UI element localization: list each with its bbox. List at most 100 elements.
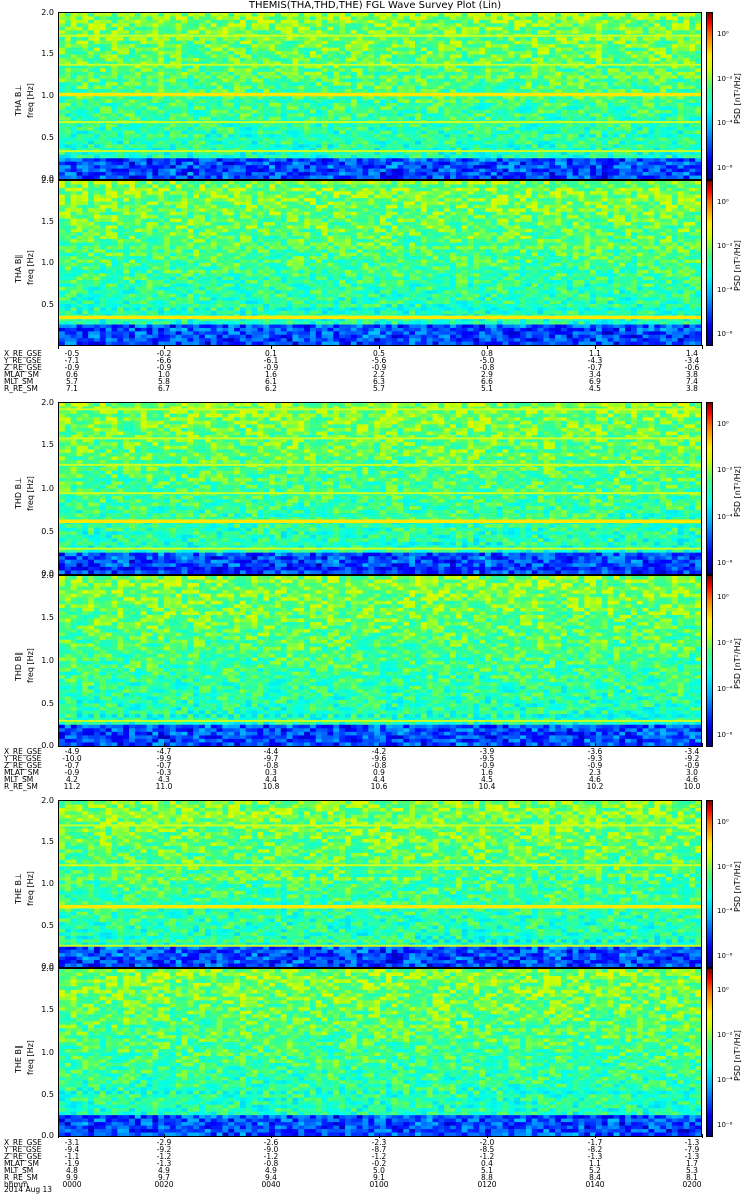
y-tick-label: 2.0 [28, 177, 54, 185]
x-tick [595, 743, 596, 747]
ephemeris-name: R_RE_SM [4, 783, 38, 791]
y-axis-label: THE B⊥ [14, 873, 23, 904]
y-tick-label: 1.5 [28, 838, 54, 846]
colorbar-tick-label: 10⁻⁶ [717, 1121, 732, 1129]
tone-line [59, 824, 701, 827]
colorbar-tick-label: 10⁻⁶ [717, 164, 732, 172]
colorbar-tick-label: 10⁻⁶ [717, 952, 732, 960]
spectrogram-svg [59, 576, 701, 746]
x-tick [164, 1134, 165, 1138]
x-tick [702, 345, 703, 349]
ephemeris-value: 10.8 [251, 783, 291, 791]
colorbar-tick-label: 10⁻⁴ [717, 1076, 732, 1084]
colorbar-tick-label: 10⁻⁴ [717, 119, 732, 127]
y-axis-label: freq [Hz] [26, 83, 35, 118]
colorbar-tick-label: 10⁻⁴ [717, 907, 732, 915]
y-tick-label: 1.5 [28, 441, 54, 449]
spectrogram-svg [59, 801, 701, 967]
ephemeris-value: 0140 [575, 1181, 615, 1189]
y-tick-label: 1.5 [28, 614, 54, 622]
ephemeris-value: 11.2 [52, 783, 92, 791]
y-tick-label: 2.0 [28, 965, 54, 973]
colorbar-tick-label: 10⁰ [717, 593, 729, 601]
tone-line [59, 492, 701, 495]
x-tick [58, 345, 59, 349]
y-tick-label: 0.5 [28, 700, 54, 708]
colorbar-tick-label: 10⁰ [717, 986, 729, 994]
tone-line [59, 92, 701, 97]
ephemeris-value: 6.2 [251, 385, 291, 393]
tone-line [59, 315, 701, 320]
colorbar-tick-label: 10⁻² [717, 242, 732, 250]
colorbar-tick-label: 10⁰ [717, 198, 729, 206]
tone-line [59, 719, 701, 722]
colorbar-tick-label: 10⁻² [717, 75, 732, 83]
colorbar [706, 180, 713, 346]
colorbar-label: PSD [nT²/Hz] [733, 466, 742, 517]
colorbar-tick-label: 10⁻⁴ [717, 513, 732, 521]
ephemeris-value: 10.6 [359, 783, 399, 791]
colorbar [706, 800, 713, 968]
y-axis-label: freq [Hz] [26, 1040, 35, 1075]
x-tick [271, 1134, 272, 1138]
x-tick [487, 743, 488, 747]
y-tick-label: 2.0 [28, 797, 54, 805]
x-tick [379, 743, 380, 747]
tone-line [59, 121, 701, 124]
colorbar [706, 968, 713, 1137]
tone-line [59, 437, 701, 440]
y-axis-label: THD B∥ [14, 652, 23, 681]
x-tick [595, 1134, 596, 1138]
colorbar-tick-label: 10⁻⁴ [717, 685, 732, 693]
x-tick [164, 743, 165, 747]
ephemeris-value: 10.4 [467, 783, 507, 791]
colorbar-label: PSD [nT²/Hz] [733, 73, 742, 124]
y-axis-label: THA B∥ [14, 255, 23, 283]
y-axis-label: freq [Hz] [26, 250, 35, 285]
tone-line [59, 864, 701, 867]
spectrogram-svg [59, 181, 701, 345]
y-axis-label: freq [Hz] [26, 648, 35, 683]
x-tick [595, 345, 596, 349]
spectrogram-svg [59, 969, 701, 1136]
y-axis-label: freq [Hz] [26, 871, 35, 906]
ephemeris-value: 0020 [144, 1181, 184, 1189]
colorbar-label: PSD [nT²/Hz] [733, 240, 742, 291]
tone-line [59, 904, 701, 909]
colorbar-tick-label: 10⁻² [717, 863, 732, 871]
colorbar [706, 402, 713, 575]
y-tick-label: 0.5 [28, 134, 54, 142]
x-tick [487, 345, 488, 349]
y-axis-label: THD B⊥ [14, 476, 23, 508]
ephemeris-row: R_RE_SM 11.2 11.0 10.8 10.6 10.4 10.2 10.0 [0, 783, 750, 791]
ephemeris-value: 7.1 [52, 385, 92, 393]
tone-line [59, 463, 701, 466]
colorbar-label: PSD [nT²/Hz] [733, 638, 742, 689]
spectrogram-svg [59, 13, 701, 179]
plot-title: THEMIS(THA,THD,THE) FGL Wave Survey Plot… [0, 0, 750, 12]
colorbar-tick-label: 10⁻⁶ [717, 559, 732, 567]
ephemeris-value: 0120 [467, 1181, 507, 1189]
ephemeris-row: R_RE_SM 7.1 6.7 6.2 5.7 5.1 4.5 3.8 [0, 385, 750, 393]
y-tick-label: 1.5 [28, 1006, 54, 1014]
ephemeris-value: 5.1 [467, 385, 507, 393]
y-tick-label: 1.5 [28, 50, 54, 58]
ephemeris-value: 0040 [251, 1181, 291, 1189]
spectrogram-panel-the-bperp [58, 800, 702, 968]
ephemeris-row: hhmm 0000 0020 0040 0100 0120 0140 0200 [0, 1181, 750, 1189]
ephemeris-value: 0100 [359, 1181, 399, 1189]
tone-line [59, 519, 701, 523]
x-tick [379, 1134, 380, 1138]
spectrogram-panel-tha-bperp [58, 12, 702, 180]
ephemeris-value: 0200 [672, 1181, 712, 1189]
y-tick-label: 2.0 [28, 572, 54, 580]
colorbar [706, 575, 713, 747]
x-tick [271, 345, 272, 349]
ephemeris-value: 4.5 [575, 385, 615, 393]
tone-line [59, 63, 701, 66]
date-label: 2014 Aug 13 [4, 1186, 52, 1194]
spectrogram-svg [59, 403, 701, 574]
tone-line [59, 408, 701, 411]
ephemeris-value: 0000 [52, 1181, 92, 1189]
y-axis-label: freq [Hz] [26, 476, 35, 511]
